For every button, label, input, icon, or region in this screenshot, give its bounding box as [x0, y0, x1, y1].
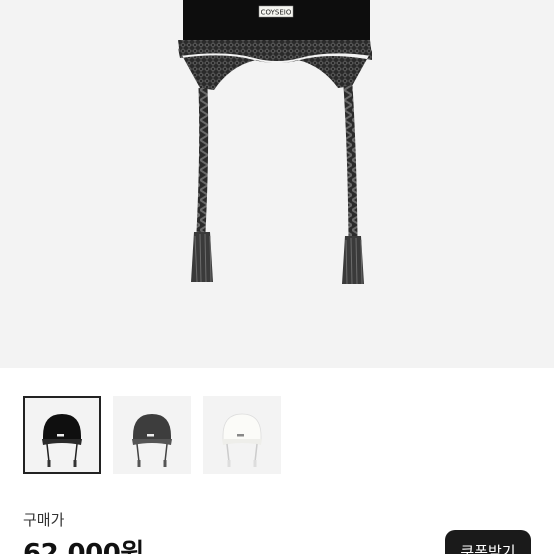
black-beanie-icon	[42, 414, 82, 467]
coupon-button[interactable]: 쿠폰받기	[445, 530, 531, 554]
beanie-icon: COYSEIO	[178, 0, 372, 285]
ivory-beanie-icon	[222, 413, 262, 467]
price-label: 구매가	[23, 511, 65, 529]
thumbnail-black[interactable]	[23, 396, 101, 474]
thumbnail-ivory[interactable]	[203, 396, 281, 474]
thumbnail-charcoal[interactable]	[113, 396, 191, 474]
brand-label: COYSEIO	[261, 9, 292, 17]
charcoal-beanie-icon	[132, 414, 172, 467]
product-hero-image: COYSEIO	[0, 0, 554, 368]
thumbnail-strip	[23, 396, 281, 474]
price-value: 62,000원	[23, 539, 144, 554]
